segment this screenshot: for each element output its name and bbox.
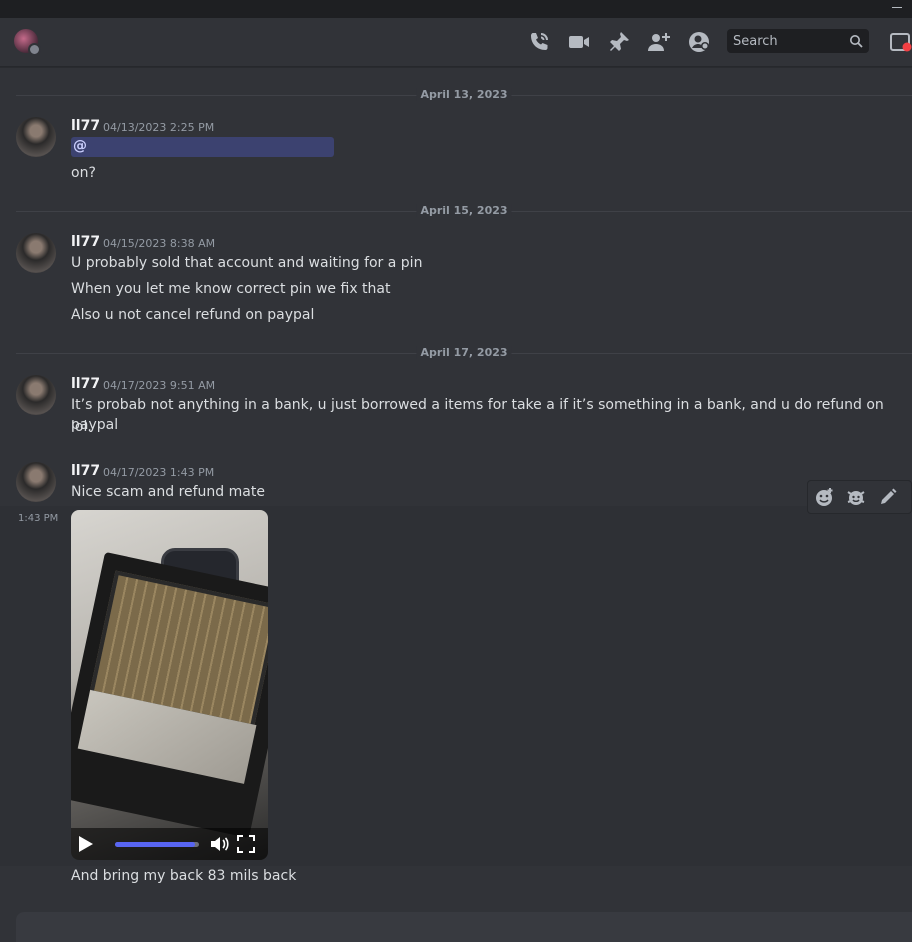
message-timestamp: 04/15/2023 8:38 AM	[103, 237, 216, 250]
add-friends-icon[interactable]	[647, 30, 671, 54]
add-reaction-icon[interactable]	[814, 487, 834, 507]
channel-header	[0, 18, 912, 67]
video-frame-laptop	[71, 551, 268, 839]
video-controls	[71, 828, 268, 860]
message-author[interactable]: ll77	[71, 234, 100, 250]
message-actions-toolbar	[807, 480, 912, 514]
pinned-messages-icon[interactable]	[607, 30, 631, 54]
date-divider: April 13, 2023	[16, 88, 912, 101]
message-author[interactable]: ll77	[71, 118, 100, 134]
message-text: And bring my back 83 mils back	[71, 868, 297, 884]
user-mention[interactable]: @	[71, 137, 334, 157]
avatar[interactable]	[16, 233, 56, 273]
video-progress-fill	[115, 842, 195, 847]
minimize-button[interactable]	[892, 7, 902, 8]
message-text: U probably sold that account and waiting…	[71, 255, 423, 271]
date-divider-label: April 15, 2023	[416, 204, 512, 217]
message-text: When you let me know correct pin we fix …	[71, 281, 391, 297]
dm-user-avatar[interactable]	[14, 29, 41, 56]
date-divider: April 15, 2023	[16, 204, 912, 217]
search-box[interactable]	[727, 29, 869, 53]
status-indicator	[28, 43, 41, 56]
message-text: Also u not cancel refund on paypal	[71, 307, 315, 323]
avatar[interactable]	[16, 117, 56, 157]
date-divider: April 17, 2023	[16, 346, 912, 359]
message-text: Nice scam and refund mate	[71, 484, 265, 500]
title-bar	[0, 0, 912, 18]
message-author[interactable]: ll77	[71, 463, 100, 479]
avatar[interactable]	[16, 375, 56, 415]
super-reaction-icon[interactable]	[846, 487, 866, 507]
inbox-icon[interactable]	[888, 30, 912, 54]
date-divider-label: April 17, 2023	[416, 346, 512, 359]
play-icon[interactable]	[79, 836, 93, 852]
message-text: on?	[71, 165, 96, 181]
date-divider-label: April 13, 2023	[416, 88, 512, 101]
start-voice-call-icon[interactable]	[527, 30, 551, 54]
hover-timestamp: 1:43 PM	[18, 513, 59, 524]
volume-icon[interactable]	[209, 835, 229, 853]
message-timestamp: 04/17/2023 1:43 PM	[103, 466, 215, 479]
fullscreen-icon[interactable]	[237, 835, 255, 853]
message-timestamp: 04/13/2023 2:25 PM	[103, 121, 215, 134]
video-attachment[interactable]	[71, 510, 268, 860]
start-video-call-icon[interactable]	[567, 30, 591, 54]
search-icon	[850, 35, 863, 48]
message-author[interactable]: ll77	[71, 376, 100, 392]
mention-text: @	[73, 138, 87, 154]
avatar[interactable]	[16, 462, 56, 502]
video-progress-bar[interactable]	[115, 842, 199, 847]
message-list: April 13, 2023 ll77 04/13/2023 2:25 PM @…	[0, 67, 912, 912]
search-input[interactable]	[727, 29, 851, 53]
message-composer[interactable]	[16, 912, 912, 942]
message-text: It’s probab not anything in a bank, u ju…	[71, 397, 884, 433]
message-text: lol.	[71, 419, 92, 435]
edit-message-icon[interactable]	[878, 487, 898, 507]
message-timestamp: 04/17/2023 9:51 AM	[103, 379, 216, 392]
user-profile-icon[interactable]	[687, 30, 711, 54]
